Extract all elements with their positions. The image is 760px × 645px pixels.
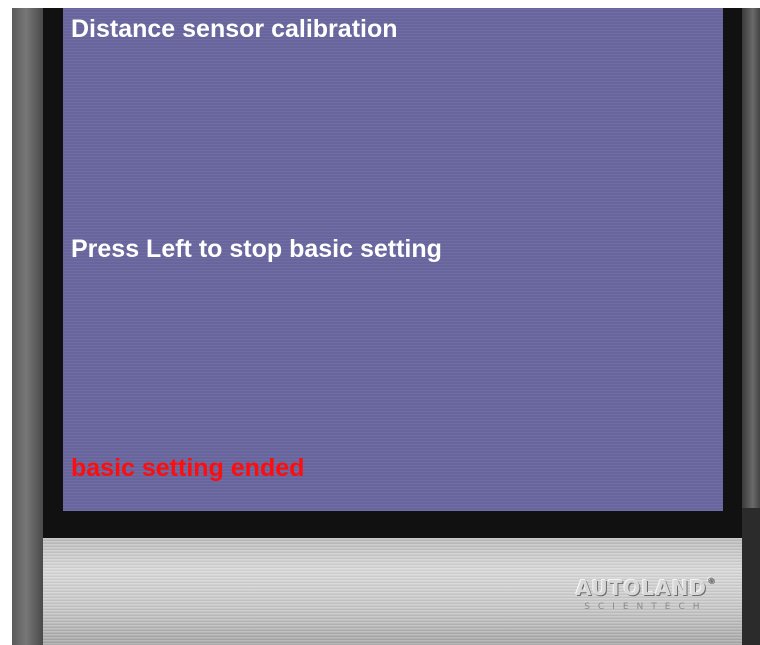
device-right-rail	[742, 8, 760, 508]
brand-name: AUTOLAND	[575, 576, 707, 600]
device-bezel: AUTOLAND® SCIENTECH	[43, 538, 742, 645]
screen-title: Distance sensor calibration	[71, 15, 398, 43]
device-left-rail	[12, 8, 43, 645]
registered-mark: ®	[707, 576, 716, 585]
brand-subtitle: SCIENTECH	[584, 602, 708, 612]
display-screen: Distance sensor calibration Press Left t…	[63, 8, 723, 511]
scanner-device: Distance sensor calibration Press Left t…	[12, 8, 760, 645]
brand-logo: AUTOLAND® SCIENTECH	[576, 576, 716, 612]
instruction-text: Press Left to stop basic setting	[71, 235, 442, 263]
status-message: basic setting ended	[71, 454, 305, 482]
